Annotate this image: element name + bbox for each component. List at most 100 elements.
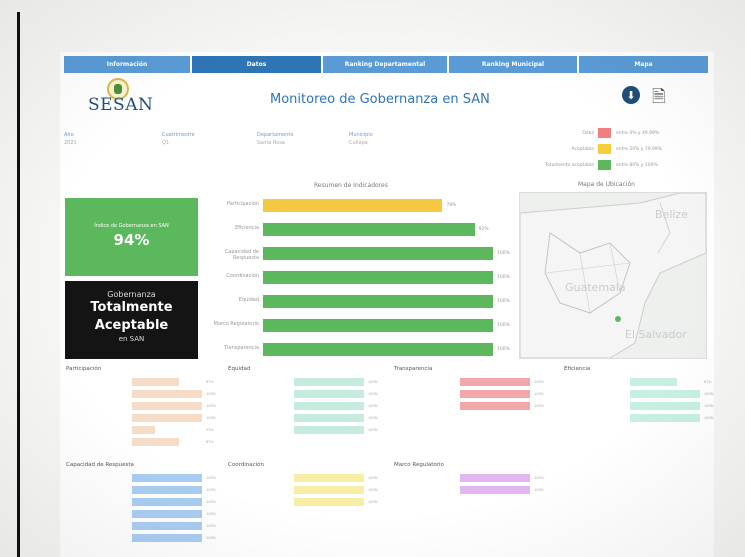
indicator-bar[interactable] — [263, 295, 493, 308]
indicator-bar[interactable] — [263, 271, 493, 284]
panel-row-value: 100% — [534, 380, 545, 384]
panel-row-bar[interactable] — [460, 390, 530, 398]
panel-row-bar[interactable] — [294, 498, 364, 506]
indicator-bar[interactable] — [263, 199, 443, 212]
panel-row-bar[interactable] — [460, 486, 530, 494]
tab-informacion[interactable]: Información — [64, 56, 190, 73]
panel-row-value: 100% — [704, 404, 715, 408]
panel-row-bar[interactable] — [630, 402, 700, 410]
status-line-3: Aceptable — [94, 318, 169, 333]
panel-row-bar[interactable] — [132, 510, 202, 518]
panel-row-value: 100% — [368, 380, 379, 384]
panel-title: Coordinación — [228, 462, 265, 468]
panel-row-bar[interactable] — [294, 402, 364, 410]
panel-row-bar[interactable] — [630, 378, 677, 386]
panel-title: Participación — [66, 366, 102, 372]
panel-row-bar[interactable] — [132, 414, 202, 422]
panel-row-value: 100% — [368, 500, 379, 504]
pdf-export-icon[interactable]: 🗎 — [652, 84, 666, 113]
panel-row-value: 100% — [704, 392, 715, 396]
status-line-1: Gobernanza — [107, 290, 156, 299]
filter-departamento[interactable]: Santa Rosa — [257, 140, 285, 146]
filter-anio[interactable]: 2021 — [64, 140, 77, 146]
filter-municipio[interactable]: Cuilapa — [349, 140, 368, 146]
filter-label-cuatrimestre: Cuatrimestre — [162, 132, 195, 138]
sesan-logo: SESAN — [88, 95, 154, 115]
panel-row-bar[interactable] — [132, 378, 179, 386]
panel-row-value: 33% — [206, 428, 214, 432]
panel-row-bar[interactable] — [294, 426, 364, 434]
download-icon[interactable]: ⬇ — [622, 86, 640, 104]
tab-ranking-municipal[interactable]: Ranking Municipal — [449, 56, 577, 73]
filter-label-departamento: Departamento — [257, 132, 294, 138]
map-label-elsalvador: El Salvador — [625, 328, 687, 341]
panel-row-bar[interactable] — [294, 378, 364, 386]
panel-title: Transparencia — [394, 366, 433, 372]
legend-range-debil: entre 0% y 49.99% — [616, 131, 660, 136]
panel-row-value: 67% — [704, 380, 712, 384]
panel-row-bar[interactable] — [132, 498, 202, 506]
panel-row-value: 100% — [206, 392, 217, 396]
panel-title: Marco Regulatorio — [394, 462, 444, 468]
panel-row-bar[interactable] — [132, 522, 202, 530]
panel-row-bar[interactable] — [294, 390, 364, 398]
indicator-bar[interactable] — [263, 319, 493, 332]
indicator-bar[interactable] — [263, 343, 493, 356]
indicator-label: Equidad — [238, 297, 259, 303]
indicator-bar[interactable] — [263, 247, 493, 260]
panel-row-value: 100% — [368, 488, 379, 492]
summary-chart-title: Resumen de Indicadores — [314, 182, 388, 189]
legend-label-aceptable: Aceptable — [571, 147, 595, 152]
panel-row-bar[interactable] — [132, 426, 156, 434]
panel-row-bar[interactable] — [630, 390, 700, 398]
panel-title: Equidad — [228, 366, 251, 372]
location-marker-icon[interactable] — [615, 316, 621, 322]
indicator-value: 100% — [497, 323, 510, 328]
panel-row-bar[interactable] — [460, 474, 530, 482]
map-svg: Belize Guatemala El Salvador — [520, 193, 706, 358]
filter-cuatrimestre[interactable]: Q1 — [162, 140, 169, 146]
panel-row-bar[interactable] — [132, 402, 202, 410]
page-title: Monitoreo de Gobernanza en SAN — [270, 92, 490, 107]
indicator-value: 100% — [497, 251, 510, 256]
panel-row-bar[interactable] — [294, 414, 364, 422]
panel-row-value: 100% — [206, 488, 217, 492]
tab-datos[interactable]: Datos — [192, 56, 321, 73]
panel-row-bar[interactable] — [132, 486, 202, 494]
status-line-2: Totalmente — [90, 300, 173, 315]
panel-row-value: 100% — [206, 404, 217, 408]
panel-row-bar[interactable] — [460, 402, 530, 410]
indicator-value: 100% — [497, 299, 510, 304]
governance-index-card: Índice de Gobernanza en SAN 94% — [65, 198, 198, 276]
indicator-label: Participación — [226, 201, 259, 207]
panel-row-value: 67% — [206, 440, 214, 444]
panel-row-value: 100% — [206, 500, 217, 504]
tab-mapa[interactable]: Mapa — [579, 56, 708, 73]
panel-row-bar[interactable] — [294, 486, 364, 494]
indicator-bar[interactable] — [263, 223, 475, 236]
governance-index-label: Índice de Gobernanza en SAN — [94, 223, 169, 229]
panel-row-value: 67% — [206, 380, 214, 384]
indicator-label: Transparencia — [224, 345, 259, 351]
panel-row-bar[interactable] — [132, 534, 202, 542]
panel-row-value: 100% — [534, 392, 545, 396]
indicator-label: Eficiencia — [235, 225, 259, 231]
legend-swatch-debil — [598, 128, 611, 138]
map-label-belize: Belize — [655, 208, 688, 221]
tab-ranking-departamental[interactable]: Ranking Departamental — [323, 56, 447, 73]
legend-range-aceptable: entre 50% y 79.99% — [616, 147, 663, 152]
indicator-label: Marco Regulatorio — [213, 321, 259, 327]
map-title: Mapa de Ubicación — [578, 181, 635, 188]
indicator-summary-chart: Participación 78% Eficiencia 92% Capacidad d… — [205, 195, 510, 360]
location-map[interactable]: Belize Guatemala El Salvador — [519, 192, 707, 359]
panel-row-bar[interactable] — [630, 414, 700, 422]
panel-row-bar[interactable] — [132, 474, 202, 482]
legend-range-totalmente: entre 80% y 100% — [616, 163, 658, 168]
panel-row-value: 100% — [534, 488, 545, 492]
panel-row-bar[interactable] — [460, 378, 530, 386]
panel-row-bar[interactable] — [294, 474, 364, 482]
legend-label-totalmente: Totalmente aceptable — [545, 163, 594, 168]
governance-status-card: Gobernanza Totalmente Aceptable en SAN — [65, 281, 198, 359]
panel-row-bar[interactable] — [132, 390, 202, 398]
panel-row-bar[interactable] — [132, 438, 179, 446]
